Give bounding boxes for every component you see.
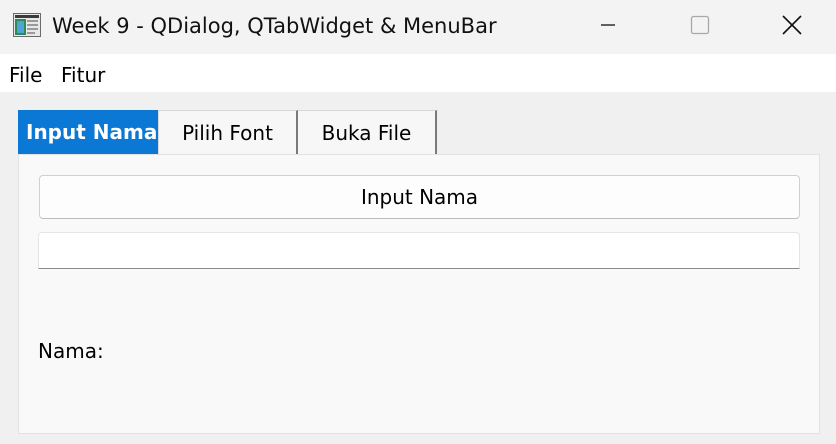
close-button[interactable] xyxy=(746,0,836,54)
tab-panel-input-nama: Input Nama Nama: xyxy=(18,154,820,434)
tab-pilih-font[interactable]: Pilih Font xyxy=(158,110,298,154)
menu-fitur[interactable]: Fitur xyxy=(61,63,105,87)
maximize-icon xyxy=(690,15,710,39)
input-nama-button[interactable]: Input Nama xyxy=(39,175,800,219)
main-window: Week 9 - QDialog, QTabWidget & MenuBar F… xyxy=(0,0,836,444)
close-icon xyxy=(781,14,803,40)
menu-file[interactable]: File xyxy=(9,63,42,87)
title-bar[interactable]: Week 9 - QDialog, QTabWidget & MenuBar xyxy=(0,0,836,54)
minimize-button[interactable] xyxy=(562,0,654,54)
maximize-button[interactable] xyxy=(654,0,746,54)
window-title: Week 9 - QDialog, QTabWidget & MenuBar xyxy=(52,14,497,38)
nama-line-edit[interactable] xyxy=(38,232,800,269)
tab-buka-file[interactable]: Buka File xyxy=(298,110,437,154)
minimize-icon xyxy=(600,17,616,37)
tab-input-nama[interactable]: Input Nama xyxy=(18,110,158,154)
app-icon xyxy=(13,13,41,37)
menu-bar: File Fitur xyxy=(0,54,836,92)
nama-result-label: Nama: xyxy=(38,339,104,363)
